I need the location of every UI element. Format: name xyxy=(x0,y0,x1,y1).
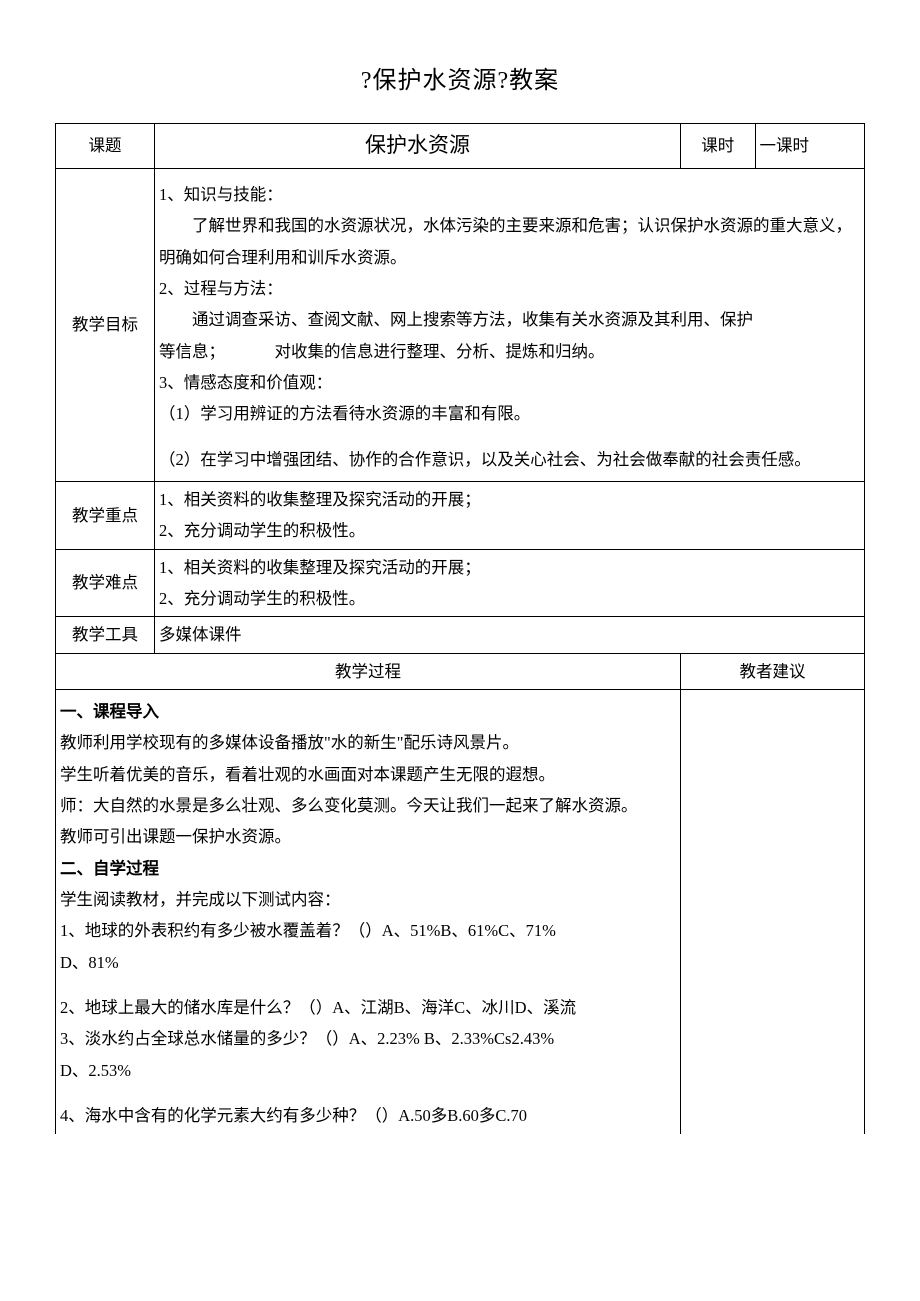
process-header-right: 教者建议 xyxy=(681,653,865,689)
section-2: 二、自学过程 xyxy=(60,853,676,884)
table-row: 教学工具 多媒体课件 xyxy=(56,617,865,653)
tools-label: 教学工具 xyxy=(56,617,155,653)
keypoint-content: 1、相关资料的收集整理及探究活动的开展； 2、充分调动学生的积极性。 xyxy=(155,481,865,549)
obj-p2a: 通过调查采访、查阅文献、网上搜索等方法，收集有关水资源及其利用、保护 xyxy=(159,304,860,335)
table-row: 教学重点 1、相关资料的收集整理及探究活动的开展； 2、充分调动学生的积极性。 xyxy=(56,481,865,549)
proc-p2: 学生听着优美的音乐，看着壮观的水画面对本课题产生无限的遐想。 xyxy=(60,759,676,790)
obj-p2b-a: 等信息； xyxy=(159,342,225,361)
tools-value: 多媒体课件 xyxy=(155,617,865,653)
obj-p3a: （1）学习用辨证的方法看待水资源的丰富和有限。 xyxy=(159,398,860,429)
proc-q4: 4、海水中含有的化学元素大约有多少种？（）A.50多B.60多C.70 xyxy=(60,1100,676,1131)
objectives-label: 教学目标 xyxy=(56,168,155,481)
proc-q3b: D、2.53% xyxy=(60,1055,676,1086)
difficulty-l2: 2、充分调动学生的积极性。 xyxy=(159,583,860,614)
table-row: 课题 保护水资源 课时 一课时 xyxy=(56,124,865,169)
table-row: 教学难点 1、相关资料的收集整理及探究活动的开展； 2、充分调动学生的积极性。 xyxy=(56,549,865,617)
proc-q2: 2、地球上最大的储水库是什么？（）A、江湖B、海洋C、冰川D、溪流 xyxy=(60,992,676,1023)
process-content: 一、课程导入 教师利用学校现有的多媒体设备播放"水的新生"配乐诗风景片。 学生听… xyxy=(56,690,681,1134)
keypoint-l2: 2、充分调动学生的积极性。 xyxy=(159,515,860,546)
objectives-content: 1、知识与技能： 了解世界和我国的水资源状况，水体污染的主要来源和危害；认识保护… xyxy=(155,168,865,481)
difficulty-l1: 1、相关资料的收集整理及探究活动的开展； xyxy=(159,552,860,583)
proc-q1b: D、81% xyxy=(60,947,676,978)
keypoint-l1: 1、相关资料的收集整理及探究活动的开展； xyxy=(159,484,860,515)
difficulty-content: 1、相关资料的收集整理及探究活动的开展； 2、充分调动学生的积极性。 xyxy=(155,549,865,617)
process-header-left: 教学过程 xyxy=(56,653,681,689)
obj-h1: 1、知识与技能： xyxy=(159,179,860,210)
obj-p1: 了解世界和我国的水资源状况，水体污染的主要来源和危害；认识保护水资源的重大意义，… xyxy=(159,210,860,273)
proc-q3: 3、淡水约占全球总水储量的多少？（）A、2.23% B、2.33%Cs2.43% xyxy=(60,1023,676,1054)
period-label: 课时 xyxy=(681,124,756,169)
obj-p3b: （2）在学习中增强团结、协作的合作意识，以及关心社会、为社会做奉献的社会责任感。 xyxy=(159,444,860,475)
section-1: 一、课程导入 xyxy=(60,696,676,727)
obj-p2b: 等信息； 对收集的信息进行整理、分析、提炼和归纳。 xyxy=(159,336,860,367)
proc-p5: 学生阅读教材，并完成以下测试内容： xyxy=(60,884,676,915)
table-row: 一、课程导入 教师利用学校现有的多媒体设备播放"水的新生"配乐诗风景片。 学生听… xyxy=(56,690,865,1134)
obj-h2: 2、过程与方法： xyxy=(159,273,860,304)
topic-value: 保护水资源 xyxy=(155,124,681,169)
page-title: ?保护水资源?教案 xyxy=(55,60,865,95)
proc-p3: 师：大自然的水景是多么壮观、多么变化莫测。今天让我们一起来了解水资源。 xyxy=(60,790,676,821)
topic-label: 课题 xyxy=(56,124,155,169)
difficulty-label: 教学难点 xyxy=(56,549,155,617)
proc-p4: 教师可引出课题一保护水资源。 xyxy=(60,821,676,852)
obj-p2b-b: 对收集的信息进行整理、分析、提炼和归纳。 xyxy=(275,342,605,361)
table-row: 教学目标 1、知识与技能： 了解世界和我国的水资源状况，水体污染的主要来源和危害… xyxy=(56,168,865,481)
proc-p1: 教师利用学校现有的多媒体设备播放"水的新生"配乐诗风景片。 xyxy=(60,727,676,758)
suggest-content xyxy=(681,690,865,1134)
keypoint-label: 教学重点 xyxy=(56,481,155,549)
lesson-plan-table: 课题 保护水资源 课时 一课时 教学目标 1、知识与技能： 了解世界和我国的水资… xyxy=(55,123,865,1134)
table-row: 教学过程 教者建议 xyxy=(56,653,865,689)
period-value: 一课时 xyxy=(755,124,864,169)
proc-q1: 1、地球的外表积约有多少被水覆盖着？（）A、51%B、61%C、71% xyxy=(60,915,676,946)
obj-h3: 3、情感态度和价值观： xyxy=(159,367,860,398)
